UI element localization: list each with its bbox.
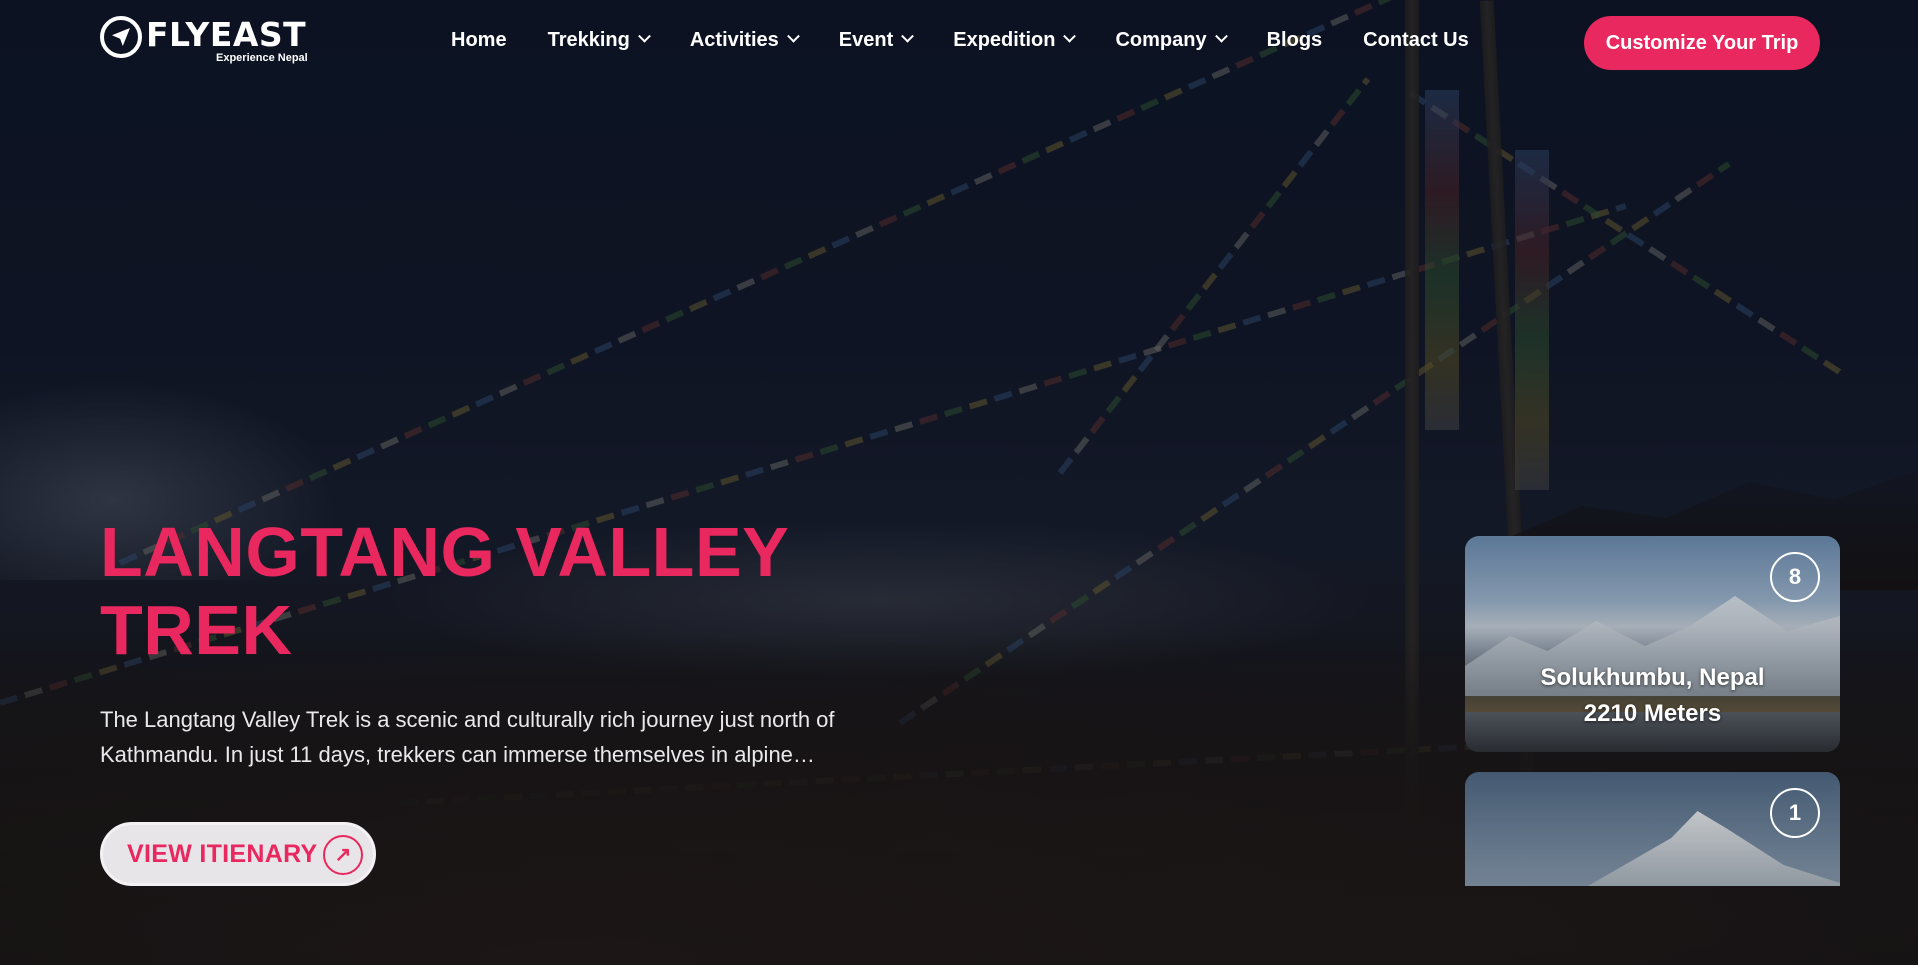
- nav-item-label: Contact Us: [1363, 29, 1469, 51]
- site-logo[interactable]: FLYEAST Experience Nepal: [100, 16, 320, 70]
- logo-tagline: Experience Nepal: [216, 52, 308, 64]
- nav-item-label: Expedition: [953, 29, 1056, 51]
- nav-item-label: Event: [838, 29, 894, 51]
- hero-title: LANGTANG VALLEY TREK: [100, 513, 860, 669]
- destination-cards: 8 Solukhumbu, Nepal 2210 Meters 1: [1465, 536, 1840, 886]
- chevron-down-icon: [1214, 29, 1228, 43]
- nav-item-expedition[interactable]: Expedition: [953, 29, 1077, 52]
- nav-item-event[interactable]: Event: [838, 29, 915, 52]
- nav-item-label: Home: [451, 29, 507, 51]
- nav-item-blogs[interactable]: Blogs: [1267, 29, 1323, 52]
- customize-trip-button[interactable]: Customize Your Trip: [1584, 16, 1820, 70]
- hero-title-line: LANGTANG VALLEY: [100, 513, 790, 591]
- nav-item-label: Trekking: [547, 29, 630, 51]
- logo-text: FLYEAST Experience Nepal: [146, 15, 308, 65]
- nav-item-trekking[interactable]: Trekking: [547, 29, 651, 52]
- nav-item-activities[interactable]: Activities: [689, 29, 800, 52]
- site-header: FLYEAST Experience Nepal Home Trekking A…: [0, 0, 1918, 88]
- destination-card[interactable]: 1: [1465, 772, 1840, 886]
- nav-item-home[interactable]: Home: [451, 29, 507, 52]
- chevron-down-icon: [901, 29, 915, 43]
- nav-item-label: Company: [1115, 29, 1207, 51]
- nav-item-label: Blogs: [1266, 29, 1323, 51]
- hero-description: The Langtang Valley Trek is a scenic and…: [100, 707, 835, 767]
- hero-title-line: TREK: [100, 591, 293, 669]
- nav-item-label: Activities: [689, 29, 779, 51]
- logo-mark-icon: [100, 16, 142, 58]
- chevron-down-icon: [637, 29, 651, 43]
- card-location: Solukhumbu, Nepal: [1540, 664, 1765, 691]
- nav-item-contact-us[interactable]: Contact Us: [1363, 29, 1469, 52]
- view-itinerary-button[interactable]: VIEW ITIENARY ↗: [100, 822, 376, 886]
- card-number-badge: 1: [1770, 788, 1820, 838]
- chevron-down-icon: [786, 29, 800, 43]
- main-nav: Home Trekking Activities Event Expeditio…: [451, 29, 1469, 52]
- card-caption: Solukhumbu, Nepal 2210 Meters: [1465, 660, 1840, 732]
- arrow-up-right-icon: ↗: [323, 835, 363, 875]
- chevron-down-icon: [1063, 29, 1077, 43]
- card-altitude: 2210 Meters: [1583, 700, 1722, 727]
- nav-item-company[interactable]: Company: [1115, 29, 1228, 52]
- destination-card[interactable]: 8 Solukhumbu, Nepal 2210 Meters: [1465, 536, 1840, 752]
- view-itinerary-label: VIEW ITIENARY: [127, 839, 318, 868]
- logo-wordmark: FLYEAST: [146, 15, 307, 54]
- card-number-badge: 8: [1770, 552, 1820, 602]
